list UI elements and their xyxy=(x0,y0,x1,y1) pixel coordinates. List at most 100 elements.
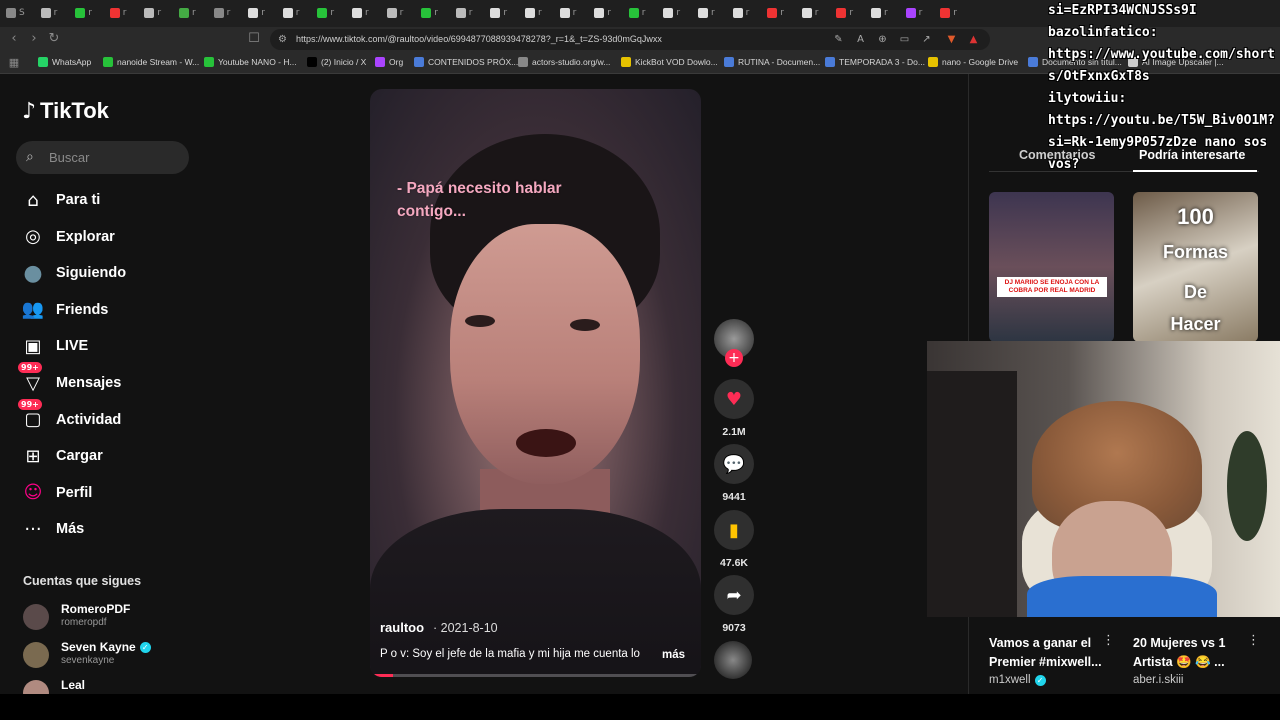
bookmark-item[interactable]: RUTINA - Documen... xyxy=(724,57,820,67)
recommended-title-2[interactable]: 20 Mujeres vs 1 Artista 🤩 😂 ... xyxy=(1133,634,1253,672)
more-options-icon[interactable]: ⋮ xyxy=(1247,633,1260,648)
brave-shield-icon[interactable]: ▼ xyxy=(945,33,958,46)
browser-tab[interactable]: r xyxy=(663,5,693,21)
heart-icon[interactable]: ♥ xyxy=(714,379,754,419)
following-account[interactable]: Seven Kayne ✓ sevenkayne xyxy=(23,638,203,670)
sidebar-item-para-ti[interactable]: ⌂ Para ti xyxy=(20,185,200,215)
bookmark-item[interactable]: nano - Google Drive xyxy=(928,57,1018,67)
address-bar[interactable]: ⚙ https://www.tiktok.com/@raultoo/video/… xyxy=(270,29,990,50)
video-username[interactable]: raultoo xyxy=(380,620,424,635)
bookmark-page-icon[interactable]: ☐ xyxy=(246,31,262,47)
browser-tab[interactable]: r xyxy=(594,5,624,21)
browser-tab[interactable]: r xyxy=(628,5,659,21)
bookmark-item[interactable]: Youtube NANO - H... xyxy=(204,57,297,67)
bookmark-item[interactable]: actors-studio.org/w... xyxy=(518,57,610,67)
sidebar-item-siguiendo[interactable]: ● Siguiendo xyxy=(20,258,200,288)
browser-tab[interactable]: r xyxy=(836,5,866,21)
browser-tab[interactable]: r xyxy=(421,5,451,21)
search-box[interactable]: ⌕ xyxy=(16,141,189,174)
video-progress-bar[interactable] xyxy=(370,674,701,677)
recommended-thumb-2[interactable]: 100 Formas De Hacer xyxy=(1133,192,1258,342)
browser-tab[interactable]: r xyxy=(144,5,174,21)
follow-plus-icon[interactable]: + xyxy=(725,349,743,367)
browser-tab[interactable]: r xyxy=(75,5,105,21)
sidebar-item-cargar[interactable]: ⊞ Cargar xyxy=(20,441,200,471)
comment-action[interactable]: 💬 9441 xyxy=(714,444,754,503)
recommended-title-1[interactable]: Vamos a ganar el Premier #mixwell... xyxy=(989,634,1109,672)
site-info-icon[interactable]: ⚙ xyxy=(276,33,289,46)
video-progress-fill xyxy=(370,674,394,677)
reader-icon[interactable]: ✎ xyxy=(832,33,845,46)
comment-icon[interactable]: 💬 xyxy=(714,444,754,484)
browser-tab[interactable]: r xyxy=(559,5,590,21)
bookmark-item[interactable]: WhatsApp xyxy=(38,57,91,67)
save-count: 47.6K xyxy=(719,557,749,569)
bookmark-icon[interactable]: ▮ xyxy=(714,510,754,550)
browser-tab[interactable]: r xyxy=(905,5,936,21)
bookmark-item[interactable]: (2) Inicio / X xyxy=(307,57,366,67)
bookmark-item[interactable]: CONTENIDOS PRÓX... xyxy=(414,57,518,67)
recommended-user-1[interactable]: m1xwell ✓ xyxy=(989,674,1046,686)
sidebar-item-live[interactable]: ▣ LIVE xyxy=(20,331,200,361)
like-action[interactable]: ♥ 2.1M xyxy=(714,379,754,438)
browser-tab[interactable]: r xyxy=(109,5,140,21)
video-player[interactable]: - Papá necesito hablar contigo... raulto… xyxy=(370,89,701,677)
reload-icon[interactable]: ↻ xyxy=(46,31,62,47)
browser-tab[interactable]: r xyxy=(455,5,486,21)
recommended-thumb-1[interactable]: DJ MARIIO SE ENOJA CON LA COBRA POR REAL… xyxy=(989,192,1114,342)
browser-tab[interactable]: r xyxy=(525,5,555,21)
sidebar-item-actividad[interactable]: ▢ 99+ Actividad xyxy=(18,398,200,435)
browser-tab[interactable]: r xyxy=(698,5,728,21)
sidebar-item-perfil[interactable]: ☺ Perfil xyxy=(20,478,200,508)
tiktok-logo[interactable]: ♪ TikTok xyxy=(22,98,109,124)
browser-tab[interactable]: r xyxy=(767,5,797,21)
translate-icon[interactable]: A xyxy=(854,33,867,46)
more-options-icon[interactable]: ⋮ xyxy=(1102,633,1115,648)
share-icon[interactable]: ↗ xyxy=(920,33,933,46)
sidebar-item-friends[interactable]: 👥 Friends xyxy=(20,295,200,325)
tab-label: r xyxy=(399,8,404,18)
tab-label: r xyxy=(641,8,646,18)
share-arrow-icon[interactable]: ➦ xyxy=(714,575,754,615)
thumb-text-line: Hacer xyxy=(1170,314,1221,334)
apps-grid-icon[interactable]: ▦ xyxy=(6,55,22,71)
tab-favicon-icon xyxy=(386,8,397,18)
back-icon[interactable]: ‹ xyxy=(6,31,22,47)
share-action[interactable]: ➦ 9073 xyxy=(714,575,754,634)
browser-tab[interactable]: r xyxy=(871,5,901,21)
save-action[interactable]: ▮ 47.6K xyxy=(714,510,754,569)
zoom-icon[interactable]: ⊕ xyxy=(876,33,889,46)
browser-tab[interactable]: r xyxy=(352,5,382,21)
browser-tab[interactable]: r xyxy=(386,5,417,21)
bookmark-item[interactable]: KickBot VOD Dowlo... xyxy=(621,57,718,67)
bookmark-label: Youtube NANO - H... xyxy=(218,57,297,67)
bookmark-item[interactable]: TEMPORADA 3 - Do... xyxy=(825,57,925,67)
music-disc-icon[interactable] xyxy=(714,641,752,679)
screen-icon[interactable]: ▭ xyxy=(898,33,911,46)
bookmark-item[interactable]: Org xyxy=(375,57,403,67)
bookmark-item[interactable]: nanoide Stream - W... xyxy=(103,57,199,67)
sidebar-item-label: LIVE xyxy=(56,338,89,355)
forward-icon[interactable]: › xyxy=(26,31,42,47)
browser-tab[interactable]: r xyxy=(282,5,313,21)
browser-tab[interactable]: r xyxy=(940,5,970,21)
like-count: 2.1M xyxy=(722,426,746,438)
sidebar-item-mensajes[interactable]: ▽ 99+ Mensajes xyxy=(18,362,200,398)
browser-tab[interactable]: r xyxy=(213,5,244,21)
browser-tab[interactable]: r xyxy=(490,5,520,21)
more-link[interactable]: más xyxy=(662,649,685,661)
browser-tab[interactable]: r xyxy=(40,5,71,21)
browser-tab[interactable]: r xyxy=(317,5,347,21)
browser-tab[interactable]: r xyxy=(248,5,278,21)
sidebar-item-explorar[interactable]: ◎ Explorar xyxy=(20,222,200,252)
browser-tab[interactable]: r xyxy=(732,5,763,21)
browser-tab[interactable]: S xyxy=(6,5,36,21)
following-account[interactable]: RomeroPDF romeropdf xyxy=(23,600,203,632)
url-text[interactable]: https://www.tiktok.com/@raultoo/video/69… xyxy=(296,34,662,44)
browser-tab[interactable]: r xyxy=(801,5,832,21)
sidebar-item-m-s[interactable]: ··· Más xyxy=(20,514,200,544)
rewards-icon[interactable]: ▲ xyxy=(967,33,980,46)
browser-tab[interactable]: r xyxy=(179,5,209,21)
recommended-user-2[interactable]: aber.i.skiii xyxy=(1133,674,1184,686)
search-input[interactable] xyxy=(49,147,179,167)
